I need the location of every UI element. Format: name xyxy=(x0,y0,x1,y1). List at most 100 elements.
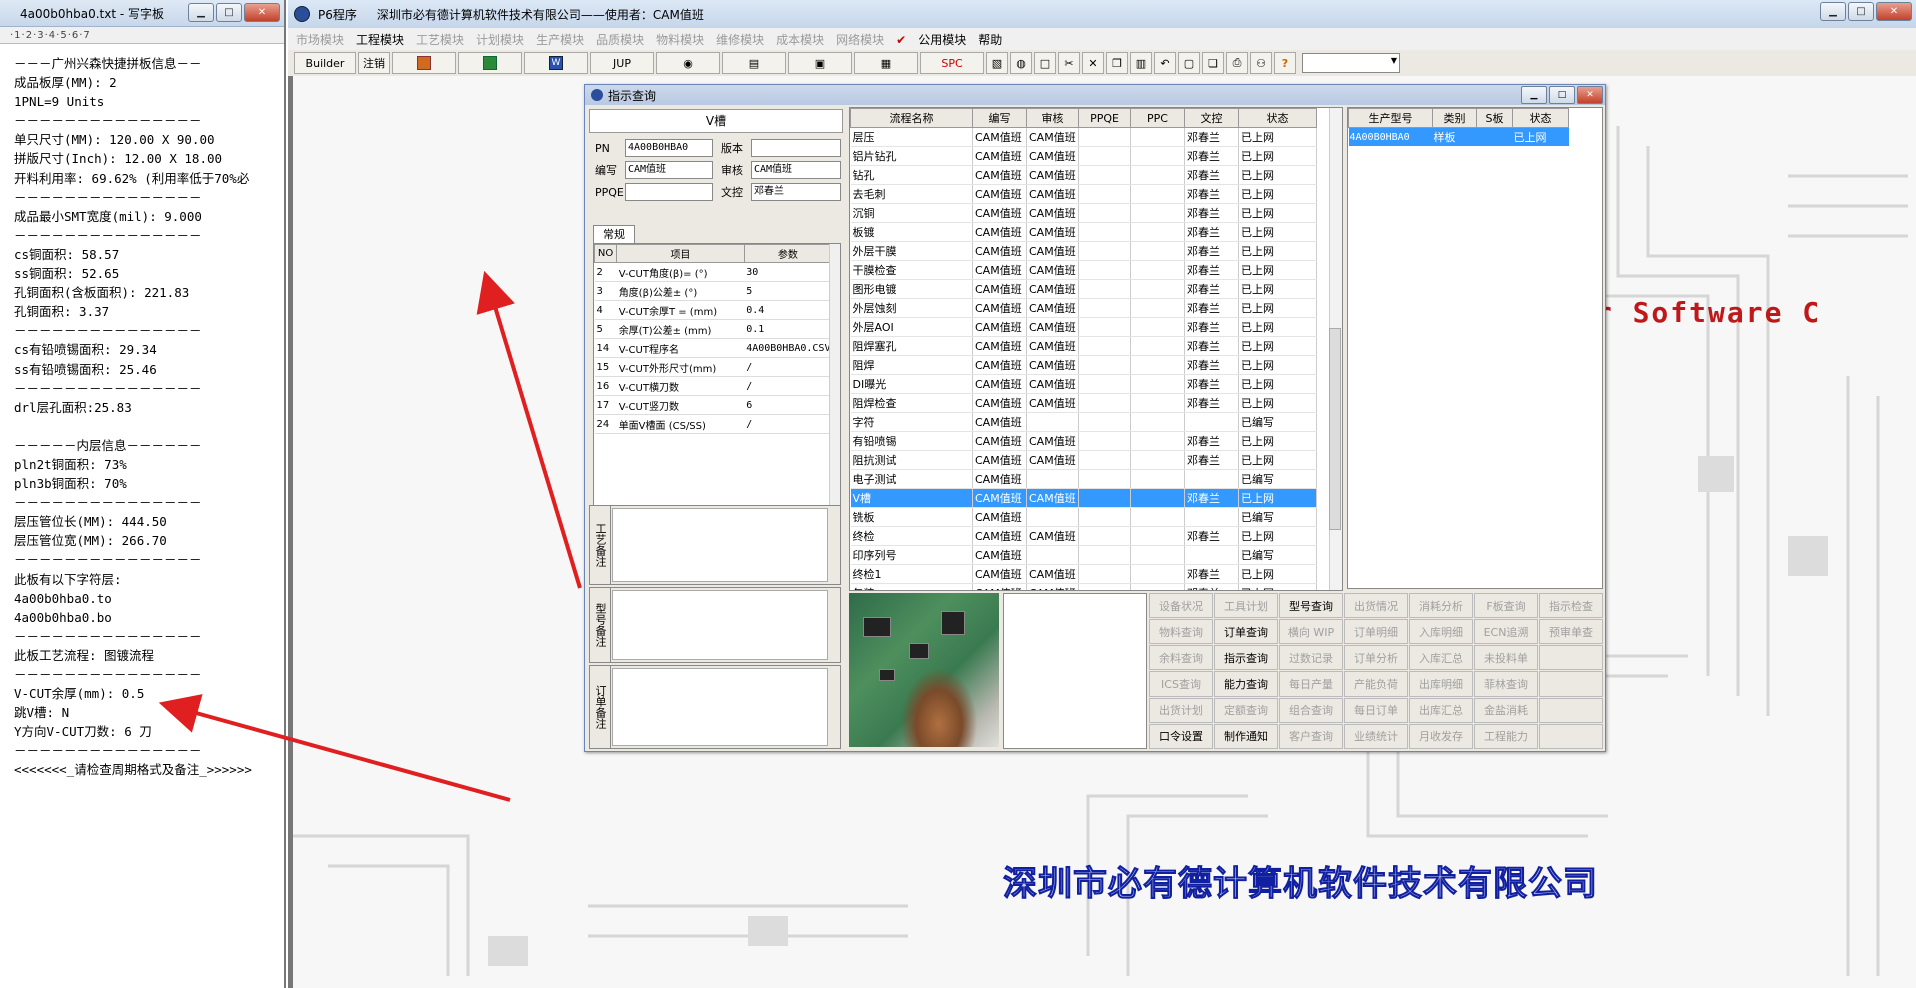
query-button[interactable]: 出货情况 xyxy=(1344,593,1408,619)
flow-row[interactable]: 干膜检查 CAM值班 CAM值班 邓春兰 已上网 xyxy=(850,260,1317,280)
product-column-header[interactable]: 生产型号 xyxy=(1348,108,1433,128)
flow-row[interactable]: 外层蚀刻 CAM值班 CAM值班 邓春兰 已上网 xyxy=(850,298,1317,318)
flow-row[interactable]: 铣板 CAM值班 已编写 xyxy=(850,507,1317,527)
word-icon[interactable]: W xyxy=(524,52,588,74)
query-button[interactable]: 定额查询 xyxy=(1214,697,1278,723)
copy2-icon[interactable]: ❏ xyxy=(1202,52,1224,74)
query-button[interactable]: 业绩统计 xyxy=(1344,723,1408,749)
product-row[interactable]: 4A00B0HBA0 样板 已上网 xyxy=(1348,127,1569,146)
menu-item[interactable]: ✔ 公用模块 xyxy=(896,31,966,48)
close-button[interactable]: ✕ xyxy=(1876,2,1912,21)
flow-row[interactable]: 沉铜 CAM值班 CAM值班 邓春兰 已上网 xyxy=(850,203,1317,223)
cut-icon[interactable]: ✂ xyxy=(1058,52,1080,74)
wordpad-titlebar[interactable]: 4a00b0hba0.txt - 写字板 ▁ □ ✕ xyxy=(0,0,284,27)
maximize-button[interactable]: □ xyxy=(1848,2,1874,21)
flow-row[interactable]: 外层AOI CAM值班 CAM值班 邓春兰 已上网 xyxy=(850,317,1317,337)
toolbar-dropdown[interactable] xyxy=(1302,53,1400,73)
query-button[interactable]: 菲林查询 xyxy=(1474,671,1538,697)
flow-row[interactable]: 阻焊 CAM值班 CAM值班 邓春兰 已上网 xyxy=(850,355,1317,375)
copy-icon[interactable]: ❐ xyxy=(1106,52,1128,74)
version-field[interactable] xyxy=(751,139,841,157)
pn-field[interactable]: 4A00B0HBA0 xyxy=(625,139,713,157)
flow-column-header[interactable]: 编写 xyxy=(972,108,1027,128)
query-button[interactable]: 订单明细 xyxy=(1344,619,1408,645)
param-column-header[interactable]: 项目 xyxy=(616,244,745,263)
close-button[interactable]: ✕ xyxy=(244,3,280,22)
dialog-maximize-button[interactable]: □ xyxy=(1549,86,1575,104)
flow-row[interactable]: 终检1 CAM值班 CAM值班 邓春兰 已上网 xyxy=(850,564,1317,584)
query-button[interactable] xyxy=(1539,671,1603,697)
maximize-button[interactable]: □ xyxy=(216,3,242,22)
query-button[interactable]: 预审单查 xyxy=(1539,619,1603,645)
flow-row[interactable]: 图形电镀 CAM值班 CAM值班 邓春兰 已上网 xyxy=(850,279,1317,299)
flow-row[interactable]: DI曝光 CAM值班 CAM值班 邓春兰 已上网 xyxy=(850,374,1317,394)
query-button[interactable] xyxy=(1539,697,1603,723)
menu-item[interactable]: 维修模块 xyxy=(716,31,764,48)
menu-item[interactable]: 帮助 xyxy=(978,31,1002,48)
query-button[interactable]: 客户查询 xyxy=(1279,723,1343,749)
query-button[interactable]: F板查询 xyxy=(1474,593,1538,619)
jup-button[interactable]: JUP xyxy=(590,52,654,74)
flow-row[interactable]: 阻抗测试 CAM值班 CAM值班 邓春兰 已上网 xyxy=(850,450,1317,470)
doc-control-field[interactable]: 邓春兰 xyxy=(751,183,841,201)
query-button[interactable]: 工程能力 xyxy=(1474,723,1538,749)
parameter-scrollbar[interactable] xyxy=(829,244,840,512)
menu-item[interactable]: 工艺模块 xyxy=(416,31,464,48)
query-button[interactable]: 金盐消耗 xyxy=(1474,697,1538,723)
query-button[interactable]: 订单分析 xyxy=(1344,645,1408,671)
query-button[interactable]: 工具计划 xyxy=(1214,593,1278,619)
printer-icon[interactable]: ▣ xyxy=(788,52,852,74)
excel-icon[interactable] xyxy=(458,52,522,74)
flow-row[interactable]: 层压 CAM值班 CAM值班 邓春兰 已上网 xyxy=(850,127,1317,147)
param-column-header[interactable]: 参数 xyxy=(743,244,833,263)
menu-item[interactable]: 品质模块 xyxy=(596,31,644,48)
logout-button[interactable]: 注销 xyxy=(358,52,390,74)
flow-column-header[interactable]: PPQE xyxy=(1078,108,1131,128)
dialog-close-button[interactable]: ✕ xyxy=(1577,86,1603,104)
param-row[interactable]: 4 V-CUT余厚T = (mm) 0.4 xyxy=(594,300,832,320)
dialog-minimize-button[interactable]: ▁ xyxy=(1521,86,1547,104)
param-row[interactable]: 2 V-CUT角度(β)= (°) 30 xyxy=(594,262,832,282)
flow-scrollbar[interactable] xyxy=(1329,108,1342,590)
flow-column-header[interactable]: 流程名称 xyxy=(850,108,973,128)
param-row[interactable]: 15 V-CUT外形尺寸(mm) / xyxy=(594,357,832,377)
minimize-button[interactable]: ▁ xyxy=(188,3,214,22)
minimize-button[interactable]: ▁ xyxy=(1820,2,1846,21)
query-button[interactable] xyxy=(1539,723,1603,749)
query-button[interactable]: 组合查询 xyxy=(1279,697,1343,723)
flow-row[interactable]: 去毛刺 CAM值班 CAM值班 邓春兰 已上网 xyxy=(850,184,1317,204)
query-button[interactable]: 指示检查 xyxy=(1539,593,1603,619)
query-button[interactable]: 出库汇总 xyxy=(1409,697,1473,723)
flow-row[interactable]: 有铅喷锡 CAM值班 CAM值班 邓春兰 已上网 xyxy=(850,431,1317,451)
menu-item[interactable]: 成本模块 xyxy=(776,31,824,48)
query-button[interactable]: 制作通知 xyxy=(1214,723,1278,749)
menu-item[interactable]: 生产模块 xyxy=(536,31,584,48)
flow-row[interactable]: 阻焊检查 CAM值班 CAM值班 邓春兰 已上网 xyxy=(850,393,1317,413)
query-button[interactable]: 每日订单 xyxy=(1344,697,1408,723)
query-button[interactable]: 横向 WIP xyxy=(1279,619,1343,645)
product-column-header[interactable]: S板 xyxy=(1476,108,1513,128)
query-button[interactable]: 入库汇总 xyxy=(1409,645,1473,671)
flow-column-header[interactable]: 审核 xyxy=(1026,108,1079,128)
document-text[interactable]: －－－广州兴森快捷拼板信息－－ 成品板厚(MM): 2 1PNL=9 Units －－… xyxy=(0,44,284,780)
model-note-input[interactable] xyxy=(612,590,828,660)
flow-row[interactable]: 钻孔 CAM值班 CAM值班 邓春兰 已上网 xyxy=(850,165,1317,185)
menu-item[interactable]: 物料模块 xyxy=(656,31,704,48)
param-row[interactable]: 3 角度(β)公差± (°) 5 xyxy=(594,281,832,301)
param-row[interactable]: 5 余厚(T)公差± (mm) 0.1 xyxy=(594,319,832,339)
spc-button[interactable]: SPC xyxy=(920,52,984,74)
document-icon[interactable]: ▤ xyxy=(722,52,786,74)
flow-scroll-thumb[interactable] xyxy=(1329,328,1341,530)
flow-row[interactable]: 铝片钻孔 CAM值班 CAM值班 邓春兰 已上网 xyxy=(850,146,1317,166)
builder-button[interactable]: Builder xyxy=(294,52,356,74)
flow-column-header[interactable]: 状态 xyxy=(1238,108,1317,128)
menu-item[interactable]: 市场模块 xyxy=(296,31,344,48)
query-button[interactable]: 出货计划 xyxy=(1149,697,1213,723)
ppqe-field[interactable] xyxy=(625,183,713,201)
query-button[interactable]: 型号查询 xyxy=(1279,593,1343,619)
flow-row[interactable]: 包装CAM值班CAM值班邓春兰已上网 xyxy=(850,583,1317,590)
flow-row[interactable]: 阻焊塞孔 CAM值班 CAM值班 邓春兰 已上网 xyxy=(850,336,1317,356)
flow-row[interactable]: 字符 CAM值班 已编写 xyxy=(850,412,1317,432)
flow-row[interactable]: 电子测试 CAM值班 已编写 xyxy=(850,469,1317,489)
order-note-input[interactable] xyxy=(612,668,828,746)
